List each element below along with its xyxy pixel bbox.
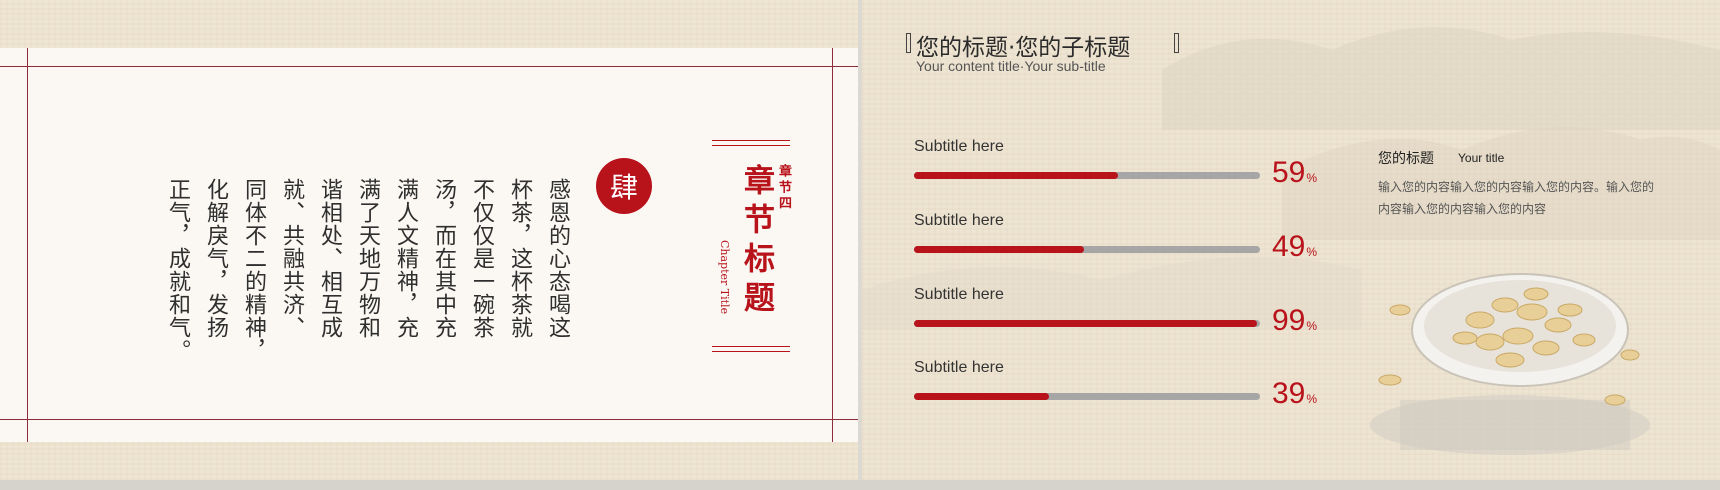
progress-fill [914,393,1049,400]
chapter-number: 章节四 [776,164,791,212]
poem-column: 感恩的心态喝这 [545,178,570,339]
progress-number: 59 [1272,156,1306,189]
chapter-heading-box: Chapter Title 章节标题 章节四 [712,140,791,354]
progress-value: 49% [1272,230,1317,264]
progress-label: Subtitle here [914,359,1004,376]
percent-sign: % [1306,319,1318,333]
progress-number: 39 [1272,377,1306,410]
red-seal-badge: 肆 [596,158,652,214]
title-bracket-right [1174,33,1179,53]
progress-number: 99 [1272,304,1306,337]
progress-label: Subtitle here [914,286,1004,303]
herb-bowl-image [1370,273,1650,455]
progress-number: 49 [1272,230,1306,263]
progress-value: 59% [1272,156,1317,190]
percent-sign: % [1306,392,1318,406]
poem-column: 汤，而在其中充 [431,178,456,339]
poem-column: 满了天地万物和 [355,178,380,339]
poem-column: 就、共融共济、 [279,178,304,339]
poem-column: 化解戾气，发扬 [203,178,228,339]
progress-fill [914,246,1084,253]
poem-column: 谐相处、相互成 [317,178,342,339]
frame-right-line [832,48,833,442]
frame-bottom-line [0,419,858,420]
title-bracket-left [906,33,911,53]
progress-track [914,172,1260,179]
poem-column: 杯茶，这杯茶就 [507,178,532,339]
progress-slide: 您的标题·您的子标题 Your content title·Your sub-t… [862,0,1720,480]
progress-row: Subtitle here 49% [914,212,1317,272]
chapter-english-label: Chapter Title [718,240,731,315]
frame-left-line [27,48,28,442]
chapter-box-bottom-rule [712,346,790,352]
progress-row: Subtitle here 99% [914,286,1317,346]
side-heading: 您的标题 [1378,151,1434,167]
side-heading-english: Your title [1458,151,1505,165]
chapter-slide: 感恩的心态喝这 杯茶，这杯茶就 不仅仅是一碗茶 汤，而在其中充 满人文精神，充 … [0,0,858,480]
poem-column: 不仅仅是一碗茶 [469,178,494,339]
progress-track [914,320,1260,327]
vertical-poem: 感恩的心态喝这 杯茶，这杯茶就 不仅仅是一碗茶 汤，而在其中充 满人文精神，充 … [158,178,576,368]
progress-row: Subtitle here 39% [914,359,1317,419]
progress-track [914,246,1260,253]
page-subtitle: Your content title·Your sub-title [916,58,1106,74]
poem-column: 同体不二的精神， [241,178,266,362]
poem-column: 正气，成就和气。 [165,178,190,362]
progress-track [914,393,1260,400]
progress-value: 39% [1272,377,1317,411]
progress-label: Subtitle here [914,138,1004,155]
chapter-title: 章节标题 [738,164,774,320]
page-title: 您的标题·您的子标题 [916,35,1131,61]
poem-column: 满人文精神，充 [393,178,418,339]
progress-row: Subtitle here 59% [914,138,1317,198]
progress-fill [914,172,1119,179]
frame-top-line [0,66,858,67]
progress-fill [914,320,1257,327]
chapter-box-top-rule [712,140,790,146]
progress-value: 99% [1272,304,1317,338]
progress-label: Subtitle here [914,212,1004,229]
percent-sign: % [1306,245,1318,259]
side-body-text: 输入您的内容输入您的内容输入您的内容。输入您的内容输入您的内容输入您的内容 [1378,180,1655,216]
bottom-strip [0,480,1720,490]
percent-sign: % [1306,171,1318,185]
